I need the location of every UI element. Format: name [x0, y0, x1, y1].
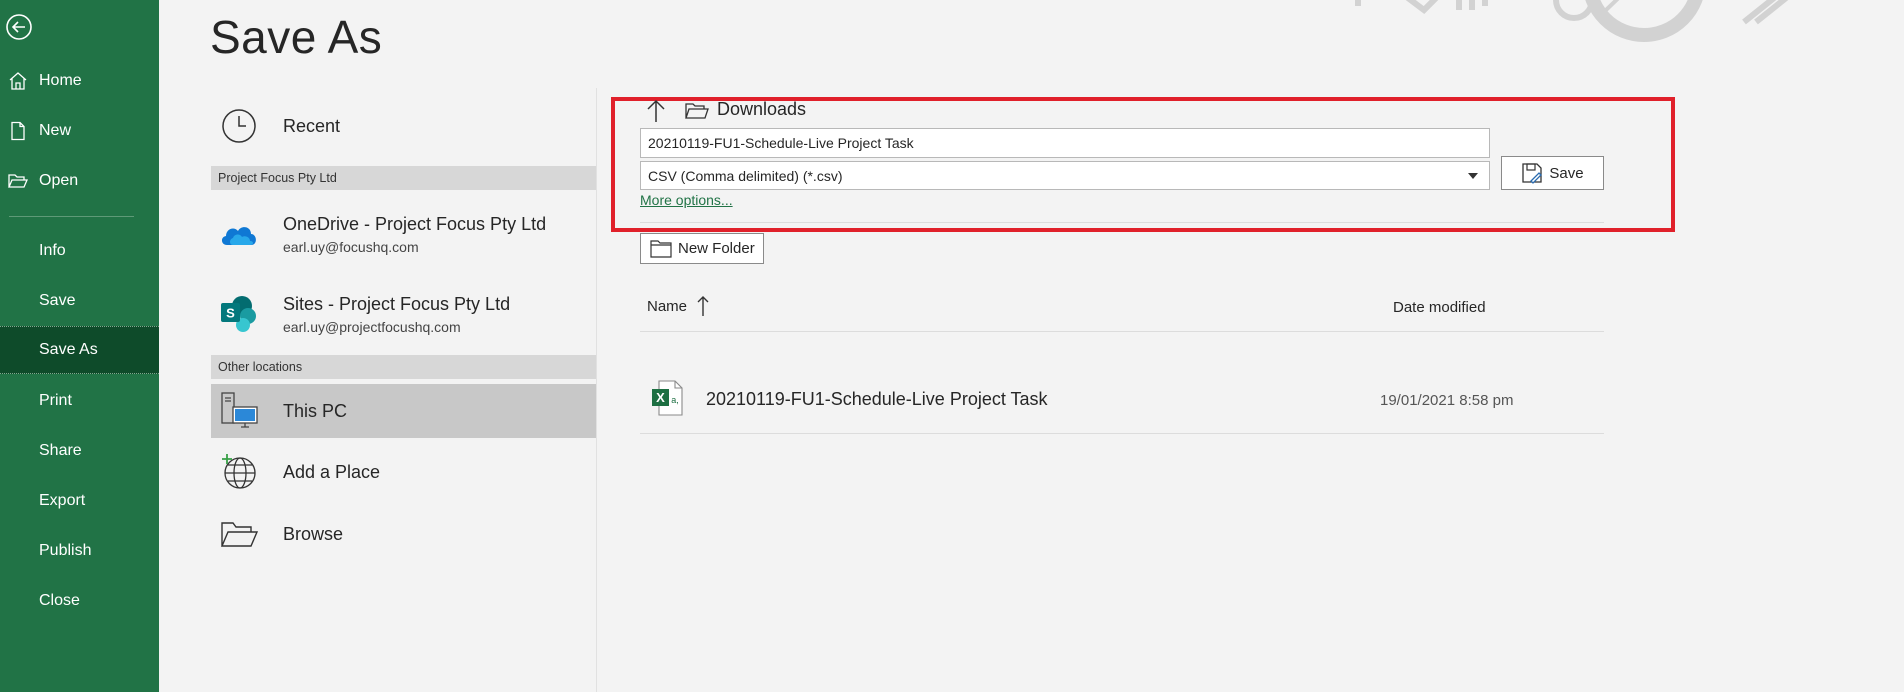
divider — [640, 433, 1604, 434]
location-sites[interactable]: S Sites - Project Focus Pty Ltd earl.uy@… — [211, 284, 596, 344]
save-button-label: Save — [1549, 164, 1584, 182]
nav-save-label: Save — [39, 292, 76, 309]
column-divider — [596, 88, 597, 692]
folder-open-icon — [217, 512, 261, 556]
folder-icon — [685, 102, 709, 120]
new-folder-label: New Folder — [678, 240, 755, 257]
file-date: 19/01/2021 8:58 pm — [1380, 392, 1514, 409]
nav-new[interactable]: New — [0, 107, 159, 155]
nav-share[interactable]: Share — [0, 427, 159, 475]
clock-icon — [217, 104, 261, 148]
sort-ascending-icon — [697, 295, 709, 317]
location-browse[interactable]: Browse — [211, 510, 596, 558]
new-folder-button[interactable]: New Folder — [640, 233, 764, 264]
backstage-nav: Home New Open Info Save Save As Print Sh… — [0, 0, 159, 692]
location-onedrive[interactable]: OneDrive - Project Focus Pty Ltd earl.uy… — [211, 204, 596, 264]
globe-add-icon — [217, 450, 261, 494]
nav-divider — [9, 216, 134, 217]
nav-share-label: Share — [39, 442, 82, 459]
svg-text:S: S — [226, 306, 235, 321]
nav-export[interactable]: Export — [0, 477, 159, 525]
nav-info-label: Info — [39, 242, 66, 259]
nav-publish-label: Publish — [39, 542, 92, 559]
more-options-link[interactable]: More options... — [640, 192, 733, 208]
chevron-down-icon — [1468, 172, 1478, 179]
nav-home-label: Home — [39, 72, 82, 89]
nav-close[interactable]: Close — [0, 577, 159, 625]
save-disk-icon — [1521, 162, 1543, 184]
nav-save-as-label: Save As — [39, 341, 98, 358]
save-button[interactable]: Save — [1501, 156, 1604, 190]
section-header-other-locations: Other locations — [211, 355, 596, 379]
onedrive-email: earl.uy@focushq.com — [283, 238, 419, 255]
new-document-icon — [6, 119, 30, 143]
up-arrow-icon[interactable] — [644, 98, 668, 124]
nav-info[interactable]: Info — [0, 227, 159, 275]
filetype-value: CSV (Comma delimited) (*.csv) — [648, 167, 843, 184]
nav-save[interactable]: Save — [0, 277, 159, 325]
onedrive-name: OneDrive - Project Focus Pty Ltd — [283, 213, 547, 234]
filetype-select[interactable]: CSV (Comma delimited) (*.csv) — [640, 161, 1490, 190]
column-header-date[interactable]: Date modified — [1393, 299, 1486, 316]
this-pc-label: This PC — [283, 400, 348, 421]
divider — [640, 331, 1604, 332]
decorative-art — [1344, 0, 1904, 50]
svg-text:a,: a, — [671, 395, 679, 405]
nav-home[interactable]: Home — [0, 57, 159, 105]
page-title: Save As — [210, 11, 383, 63]
open-folder-icon — [6, 169, 30, 193]
nav-export-label: Export — [39, 492, 86, 509]
new-folder-icon — [650, 239, 672, 258]
nav-close-label: Close — [39, 592, 80, 609]
nav-open[interactable]: Open — [0, 157, 159, 205]
filename-input[interactable] — [640, 128, 1490, 158]
nav-save-as[interactable]: Save As — [0, 326, 159, 374]
file-row[interactable]: Xa, 20210119-FU1-Schedule-Live Project T… — [640, 365, 1604, 433]
onedrive-cloud-icon — [217, 212, 261, 256]
svg-text:X: X — [656, 390, 665, 405]
file-name: 20210119-FU1-Schedule-Live Project Task — [706, 389, 1048, 409]
nav-open-label: Open — [39, 172, 79, 189]
add-place-label: Add a Place — [283, 461, 381, 482]
home-icon — [6, 69, 30, 93]
section-header-organization: Project Focus Pty Ltd — [211, 166, 596, 190]
divider — [640, 222, 1604, 223]
location-add-place[interactable]: Add a Place — [211, 448, 596, 496]
location-this-pc[interactable]: This PC — [211, 384, 596, 438]
sites-email: earl.uy@projectfocushq.com — [283, 318, 461, 335]
location-recent-label: Recent — [283, 115, 341, 136]
nav-publish[interactable]: Publish — [0, 527, 159, 575]
sites-name: Sites - Project Focus Pty Ltd — [283, 293, 511, 314]
nav-print-label: Print — [39, 392, 72, 409]
browse-label: Browse — [283, 523, 344, 544]
column-header-name[interactable]: Name — [647, 295, 709, 317]
current-folder[interactable]: Downloads — [717, 99, 806, 120]
nav-new-label: New — [39, 122, 72, 139]
computer-icon — [217, 389, 261, 433]
sharepoint-icon: S — [217, 292, 261, 336]
column-name-label: Name — [647, 297, 688, 315]
excel-file-icon: Xa, — [651, 380, 683, 416]
back-arrow-icon[interactable] — [4, 12, 34, 42]
location-recent[interactable]: Recent — [211, 102, 596, 150]
nav-print[interactable]: Print — [0, 377, 159, 425]
